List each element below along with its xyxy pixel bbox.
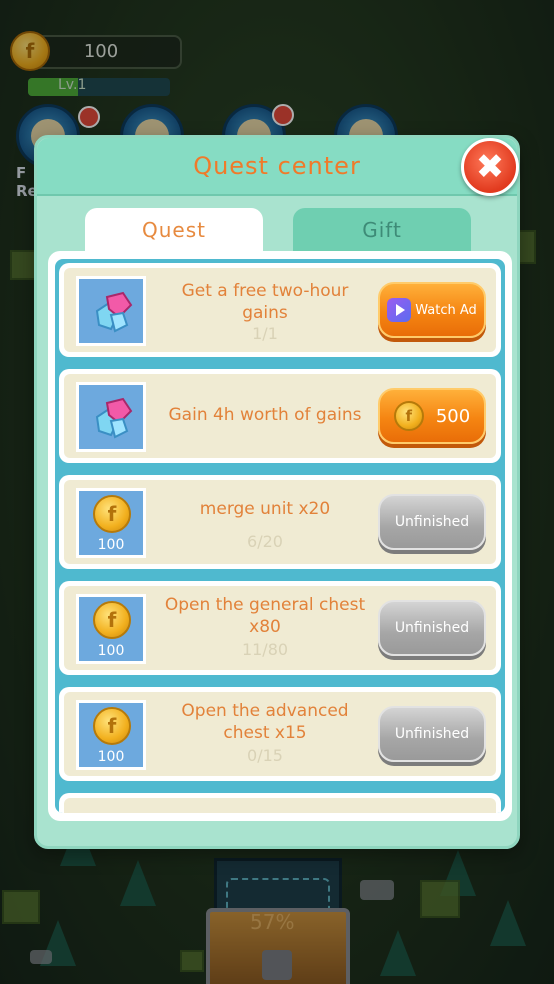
- quest-title: Gain 4h worth of gains: [168, 405, 362, 425]
- quest-item: Get a free two-hour gains 1/1 Watch Ad: [59, 263, 501, 357]
- quest-progress: 1/1: [252, 324, 278, 343]
- reward-slot: f 100: [76, 594, 146, 664]
- quest-progress: 11/80: [241, 640, 289, 659]
- coin-icon: f: [93, 707, 131, 745]
- gem-icon: [95, 397, 133, 439]
- watch-ad-button[interactable]: Watch Ad: [378, 282, 486, 338]
- quest-title: Open the general chest x80: [164, 595, 366, 637]
- video-icon: [387, 298, 412, 322]
- quest-item: f 100 merge unit x20 6/20 Unfinished: [59, 475, 501, 569]
- coin-icon: f: [93, 495, 131, 533]
- reward-amount: 100: [97, 643, 125, 659]
- dialog-header: Quest center: [37, 138, 517, 196]
- dialog-title: Quest center: [193, 152, 361, 180]
- buy-with-coins-button[interactable]: f 500: [378, 388, 486, 444]
- close-button[interactable]: ✖: [461, 138, 519, 196]
- quest-list-panel: Get a free two-hour gains 1/1 Watch Ad G…: [48, 251, 512, 821]
- quest-list[interactable]: Get a free two-hour gains 1/1 Watch Ad G…: [55, 259, 505, 813]
- coin-icon: f: [393, 401, 424, 431]
- unfinished-button[interactable]: Unfinished: [378, 494, 486, 550]
- reward-slot: [76, 382, 146, 452]
- quest-title: Get a free two-hour gains: [181, 281, 349, 323]
- gem-icon: [95, 291, 133, 333]
- unfinished-button[interactable]: Unfinished: [378, 706, 486, 762]
- quest-center-dialog: Quest center ✖ Quest Gift Get a free two…: [34, 135, 520, 849]
- reward-amount: 100: [97, 749, 125, 765]
- coin-icon: f: [93, 601, 131, 639]
- reward-slot: f 100: [76, 488, 146, 558]
- button-label: Watch Ad: [415, 302, 477, 318]
- quest-item: f 100 Open the general chest x80 11/80 U…: [59, 581, 501, 675]
- reward-slot: f 100: [76, 700, 146, 770]
- reward-amount: 100: [97, 537, 125, 553]
- unfinished-button[interactable]: Unfinished: [378, 600, 486, 656]
- quest-item: [59, 793, 501, 813]
- tab-gift[interactable]: Gift: [293, 208, 471, 252]
- quest-item: f 100 Open the advanced chest x15 0/15 U…: [59, 687, 501, 781]
- reward-slot: [76, 276, 146, 346]
- quest-title: merge unit x20: [199, 499, 331, 519]
- tab-quest[interactable]: Quest: [85, 208, 263, 252]
- quest-progress: 6/20: [247, 532, 283, 551]
- button-label: 500: [435, 405, 471, 427]
- quest-item: Gain 4h worth of gains f 500: [59, 369, 501, 463]
- quest-progress: 0/15: [247, 746, 283, 765]
- quest-title: Open the advanced chest x15: [181, 701, 349, 743]
